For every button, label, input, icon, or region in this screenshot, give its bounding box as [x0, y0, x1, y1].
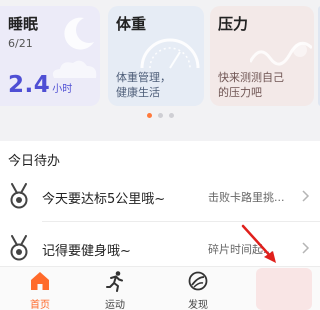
stress-wave-decoration	[250, 41, 312, 66]
weight-card[interactable]: 体重 体重管理， 健康生活	[108, 6, 204, 106]
sleep-date: 6/21	[8, 37, 33, 50]
stress-card-title: 压力	[218, 15, 249, 33]
stress-card[interactable]: 压力 快来测测自己 的压力吧	[210, 6, 314, 106]
stress-card-desc: 快来测测自己 的压力吧	[218, 70, 284, 100]
stress-desc-line2: 的压力吧	[218, 86, 262, 99]
carousel-dot-3[interactable]	[168, 113, 174, 118]
task-text: 记得要健身哦~	[42, 244, 131, 259]
weight-card-title: 体重	[116, 15, 147, 33]
nav-mine-blurred[interactable]	[256, 268, 312, 310]
nav-home[interactable]: 首页	[0, 267, 80, 310]
moon-icon	[64, 17, 94, 50]
medal-icon	[10, 235, 28, 261]
stress-desc-line1: 快来测测自己	[218, 71, 284, 84]
nav-discover[interactable]: 发现	[158, 267, 238, 310]
annotation-arrow-icon	[241, 224, 276, 263]
task-row[interactable]: 今天要达标5公里哦~ 击败卡路里挑...	[0, 175, 320, 219]
weight-desc-line2: 健康生活	[116, 86, 160, 99]
task-text: 今天要达标5公里哦~	[42, 192, 166, 207]
today-tasks-title: 今日待办	[8, 154, 61, 169]
nav-sport-label: 运动	[105, 300, 125, 310]
chevron-right-icon	[302, 190, 310, 202]
sleep-card-title: 睡眠	[8, 15, 39, 33]
sleep-duration: 2.4 小时	[8, 72, 72, 98]
nav-home-label: 首页	[30, 300, 50, 310]
carousel-indicator	[0, 113, 320, 119]
sleep-duration-unit: 小时	[52, 84, 73, 95]
sleep-card[interactable]: 睡眠 6/21 2.4 小时	[0, 6, 100, 106]
carousel-dot-2[interactable]	[157, 113, 163, 118]
runner-icon	[106, 271, 123, 292]
nav-discover-label: 发现	[188, 300, 208, 310]
scale-decoration	[140, 38, 200, 69]
bottom-nav: 首页 运动 发现	[0, 266, 320, 310]
home-icon	[31, 272, 49, 290]
chevron-right-icon	[302, 242, 310, 254]
nav-sport[interactable]: 运动	[75, 267, 155, 310]
divider	[42, 221, 320, 222]
medal-icon	[10, 183, 28, 209]
weight-card-desc: 体重管理， 健康生活	[116, 70, 171, 100]
weight-desc-line1: 体重管理，	[116, 71, 171, 84]
health-cards-carousel: 睡眠 6/21 2.4 小时 体重 体重管理， 健康生活 压力 快来测测自己 的…	[0, 0, 320, 108]
carousel-dot-1[interactable]	[146, 113, 152, 118]
task-subtitle: 击败卡路里挑...	[208, 191, 285, 204]
sleep-duration-value: 2.4	[8, 72, 51, 98]
discover-icon	[188, 271, 208, 291]
